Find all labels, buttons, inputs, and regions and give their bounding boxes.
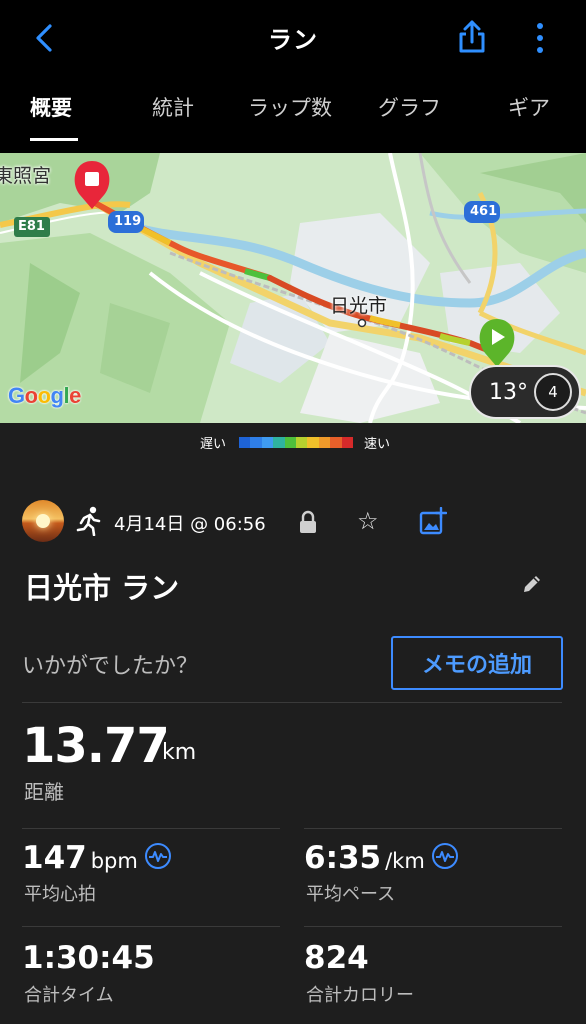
weather-pill[interactable]: 13° 4	[469, 365, 581, 419]
distance-unit: km	[162, 740, 197, 765]
pace-color-swatch	[330, 437, 342, 448]
divider	[304, 926, 562, 927]
wind-speed-value: 4	[548, 383, 558, 401]
heart-rate-unit: bpm	[90, 849, 138, 873]
pace-color-swatch	[295, 437, 308, 448]
pace-color-swatch	[307, 437, 319, 448]
heart-rate-stat: 147 bpm	[22, 840, 138, 876]
more-vertical-icon	[537, 23, 543, 29]
feedback-prompt: いかがでしたか？	[22, 654, 199, 679]
divider	[22, 828, 280, 829]
pace-legend: 遅い 速い	[0, 423, 586, 463]
add-memo-button[interactable]: メモの追加	[391, 636, 563, 690]
google-attribution: Google	[8, 383, 81, 408]
pace-color-swatch	[273, 437, 285, 448]
divider	[22, 926, 280, 927]
pace-label: 平均ペース	[306, 884, 396, 905]
distance-value: 13.77	[22, 718, 170, 774]
favorite-star-icon[interactable]: ☆	[357, 507, 379, 535]
activity-title: 日光市 ラン	[24, 571, 180, 605]
running-icon	[76, 506, 101, 536]
edit-pencil-icon[interactable]	[520, 572, 544, 596]
tab-graph[interactable]: グラフ	[378, 92, 441, 122]
divider	[22, 702, 562, 703]
active-tab-indicator	[30, 138, 78, 141]
tab-laps[interactable]: ラップ数	[248, 92, 332, 122]
top-bar: ラン	[0, 0, 586, 76]
pace-color-scale	[239, 437, 353, 448]
wind-speed-icon: 4	[534, 373, 572, 411]
divider	[304, 828, 562, 829]
pace-zone-icon[interactable]	[432, 843, 458, 869]
activity-date: 4月14日 @ 06:56	[114, 514, 266, 535]
tab-stats[interactable]: 統計	[152, 92, 194, 122]
road-label-119: 119	[114, 214, 142, 229]
add-photo-icon[interactable]	[419, 507, 447, 535]
distance-label: 距離	[24, 780, 64, 804]
more-options-button[interactable]	[524, 20, 556, 56]
tab-gear[interactable]: ギア	[508, 92, 550, 122]
map-label-tosho: 東照宮	[0, 165, 52, 187]
heart-rate-zone-icon[interactable]	[145, 843, 171, 869]
lock-icon[interactable]	[298, 510, 318, 534]
heart-rate-label: 平均心拍	[24, 884, 96, 905]
total-time-label: 合計タイム	[24, 985, 114, 1006]
total-time-value: 1:30:45	[22, 940, 155, 976]
pace-color-swatch	[318, 437, 331, 448]
share-button[interactable]	[454, 18, 490, 56]
pace-color-swatch	[261, 437, 274, 448]
pace-value: 6:35	[304, 840, 382, 876]
calories-value: 824	[304, 940, 369, 976]
pace-color-swatch	[284, 437, 296, 448]
road-label-461: 461	[470, 204, 498, 219]
pace-color-swatch	[250, 437, 262, 448]
page-title: ラン	[268, 26, 318, 54]
share-icon	[459, 20, 485, 53]
pace-color-swatch	[341, 437, 353, 448]
map-label-nikko: 日光市	[330, 295, 388, 317]
tab-bar: 概要 統計 ラップ数 グラフ ギア	[0, 76, 586, 142]
pace-unit: /km	[385, 849, 425, 873]
tab-overview[interactable]: 概要	[30, 92, 72, 122]
legend-slow-label: 遅い	[200, 437, 227, 452]
legend-fast-label: 速い	[364, 437, 391, 452]
heart-rate-value: 147	[22, 840, 87, 876]
calories-label: 合計カロリー	[306, 985, 414, 1006]
pace-color-swatch	[239, 437, 251, 448]
road-label-e81: E81	[18, 219, 45, 234]
pace-stat: 6:35/km	[304, 840, 425, 876]
avatar[interactable]	[22, 500, 64, 542]
temperature-value: 13°	[489, 379, 528, 405]
